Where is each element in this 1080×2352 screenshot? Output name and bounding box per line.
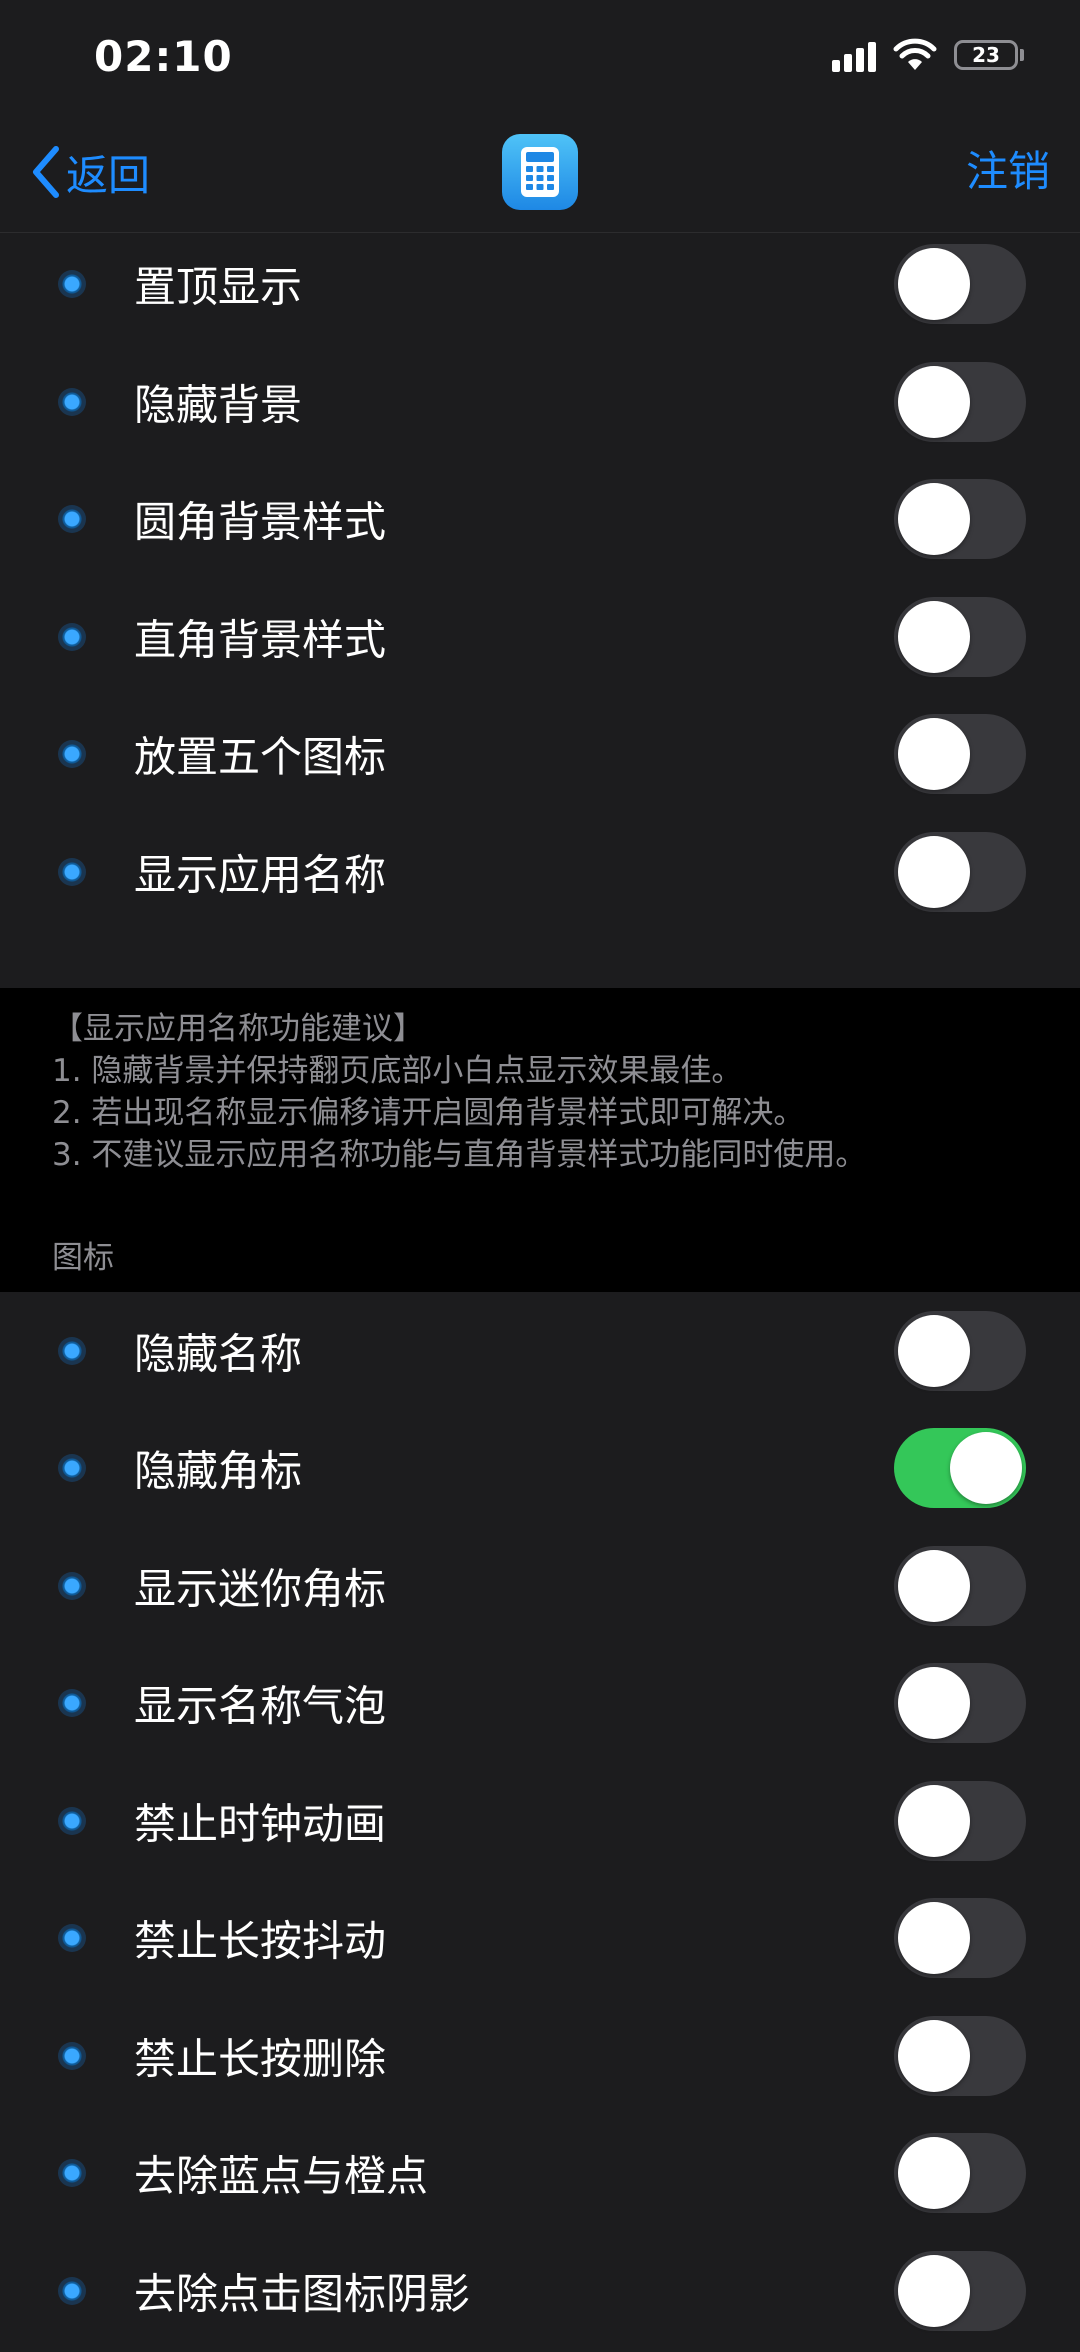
navigation-bar: 返回 注销 (0, 120, 1080, 233)
settings-group-icons: 隐藏名称 隐藏角标 显示迷你角标 显示名称气泡 禁止时钟动画 禁止长按抖动 禁止… (0, 1292, 1080, 2352)
notes-line: 2. 若出现名称显示偏移请开启圆角背景样式即可解决。 (52, 1095, 805, 1131)
status-time: 02:10 (94, 32, 233, 81)
name-bubble-toggle[interactable] (894, 1663, 1026, 1744)
setting-label: 去除点击图标阴影 (134, 2269, 471, 2319)
setting-row-remove-dots[interactable]: 去除蓝点与橙点 (0, 2115, 1080, 2233)
hide-background-toggle[interactable] (894, 361, 1026, 442)
setting-row-remove-shadow[interactable]: 去除点击图标阴影 (0, 2232, 1080, 2350)
setting-label: 放置五个图标 (134, 732, 387, 782)
mini-badge-toggle[interactable] (894, 1545, 1026, 1626)
rounded-background-toggle[interactable] (894, 479, 1026, 560)
bullet-dot-icon (58, 1454, 86, 1483)
setting-row-show-app-name[interactable]: 显示应用名称 (0, 813, 1080, 931)
clock-animation-toggle[interactable] (894, 1780, 1026, 1861)
bullet-dot-icon (58, 740, 86, 769)
show-app-name-toggle[interactable] (894, 831, 1026, 912)
setting-row-hide-badge[interactable]: 隐藏角标 (0, 1410, 1080, 1528)
setting-row-long-press-shake[interactable]: 禁止长按抖动 (0, 1880, 1080, 1998)
setting-label: 置顶显示 (134, 262, 303, 312)
hide-name-toggle[interactable] (894, 1310, 1026, 1391)
bullet-dot-icon (58, 857, 86, 886)
remove-shadow-toggle[interactable] (894, 2250, 1026, 2331)
back-label: 返回 (66, 150, 151, 200)
cellular-signal-icon (832, 42, 880, 72)
bullet-dot-icon (58, 270, 86, 299)
setting-row-hide-background[interactable]: 隐藏背景 (0, 343, 1080, 461)
hide-badge-toggle[interactable] (894, 1428, 1026, 1509)
setting-row-mini-badge[interactable]: 显示迷你角标 (0, 1527, 1080, 1645)
group-footer-notes: 【显示应用名称功能建议】 1. 隐藏背景并保持翻页底部小白点显示效果最佳。 2.… (52, 1008, 1052, 1176)
status-bar: 02:10 23 (0, 0, 1080, 120)
setting-label: 隐藏背景 (134, 380, 303, 430)
notes-line: 3. 不建议显示应用名称功能与直角背景样式功能同时使用。 (52, 1137, 867, 1173)
settings-group-display: 禁用 置顶显示 隐藏背景 圆角背景样式 直角背景样式 放置五个图标 显示应用名称 (0, 108, 1080, 988)
setting-label: 隐藏角标 (134, 1446, 303, 1496)
wifi-icon (892, 38, 938, 76)
notes-line: 1. 隐藏背景并保持翻页底部小白点显示效果最佳。 (52, 1053, 743, 1089)
setting-label: 圆角背景样式 (134, 497, 387, 547)
setting-row-name-bubble[interactable]: 显示名称气泡 (0, 1645, 1080, 1763)
bullet-dot-icon (58, 1571, 86, 1600)
square-background-toggle[interactable] (894, 596, 1026, 677)
chevron-left-icon (33, 146, 59, 198)
setting-row-five-icons[interactable]: 放置五个图标 (0, 696, 1080, 814)
bullet-dot-icon (58, 1336, 86, 1365)
long-press-delete-toggle[interactable] (894, 2015, 1026, 2096)
five-icons-toggle[interactable] (894, 714, 1026, 795)
setting-label: 禁止长按删除 (134, 2034, 387, 2084)
long-press-shake-toggle[interactable] (894, 1898, 1026, 1979)
bullet-dot-icon (58, 2041, 86, 2070)
setting-label: 去除蓝点与橙点 (134, 2151, 429, 2201)
setting-label: 显示迷你角标 (134, 1564, 387, 1614)
setting-label: 显示应用名称 (134, 850, 387, 900)
battery-icon: 23 (954, 40, 1018, 70)
back-button[interactable]: 返回 (30, 142, 150, 202)
setting-label: 禁止长按抖动 (134, 1916, 387, 1966)
setting-row-rounded-background[interactable]: 圆角背景样式 (0, 461, 1080, 579)
setting-row-clock-animation[interactable]: 禁止时钟动画 (0, 1762, 1080, 1880)
setting-label: 隐藏名称 (134, 1329, 303, 1379)
bullet-dot-icon (58, 1689, 86, 1718)
battery-cap (1020, 49, 1024, 61)
bullet-dot-icon (58, 2159, 86, 2188)
bullet-dot-icon (58, 622, 86, 651)
pin-top-toggle[interactable] (894, 244, 1026, 325)
setting-row-long-press-delete[interactable]: 禁止长按删除 (0, 1997, 1080, 2115)
setting-row-hide-name[interactable]: 隐藏名称 (0, 1292, 1080, 1410)
bullet-dot-icon (58, 505, 86, 534)
setting-label: 显示名称气泡 (134, 1681, 387, 1731)
bullet-dot-icon (58, 387, 86, 416)
bullet-dot-icon (58, 1806, 86, 1835)
remove-dots-toggle[interactable] (894, 2133, 1026, 2214)
battery-level: 23 (972, 43, 1000, 67)
setting-row-pin-top[interactable]: 置顶显示 (0, 226, 1080, 344)
setting-label: 直角背景样式 (134, 615, 387, 665)
bullet-dot-icon (58, 1924, 86, 1953)
notes-title: 【显示应用名称功能建议】 (52, 1011, 424, 1047)
setting-label: 禁止时钟动画 (134, 1799, 387, 1849)
section-header-icons: 图标 (52, 1240, 114, 1276)
bullet-dot-icon (58, 2276, 86, 2305)
logout-button[interactable]: 注销 (966, 142, 1050, 202)
keypad-app-icon (502, 134, 578, 210)
setting-row-square-background[interactable]: 直角背景样式 (0, 578, 1080, 696)
